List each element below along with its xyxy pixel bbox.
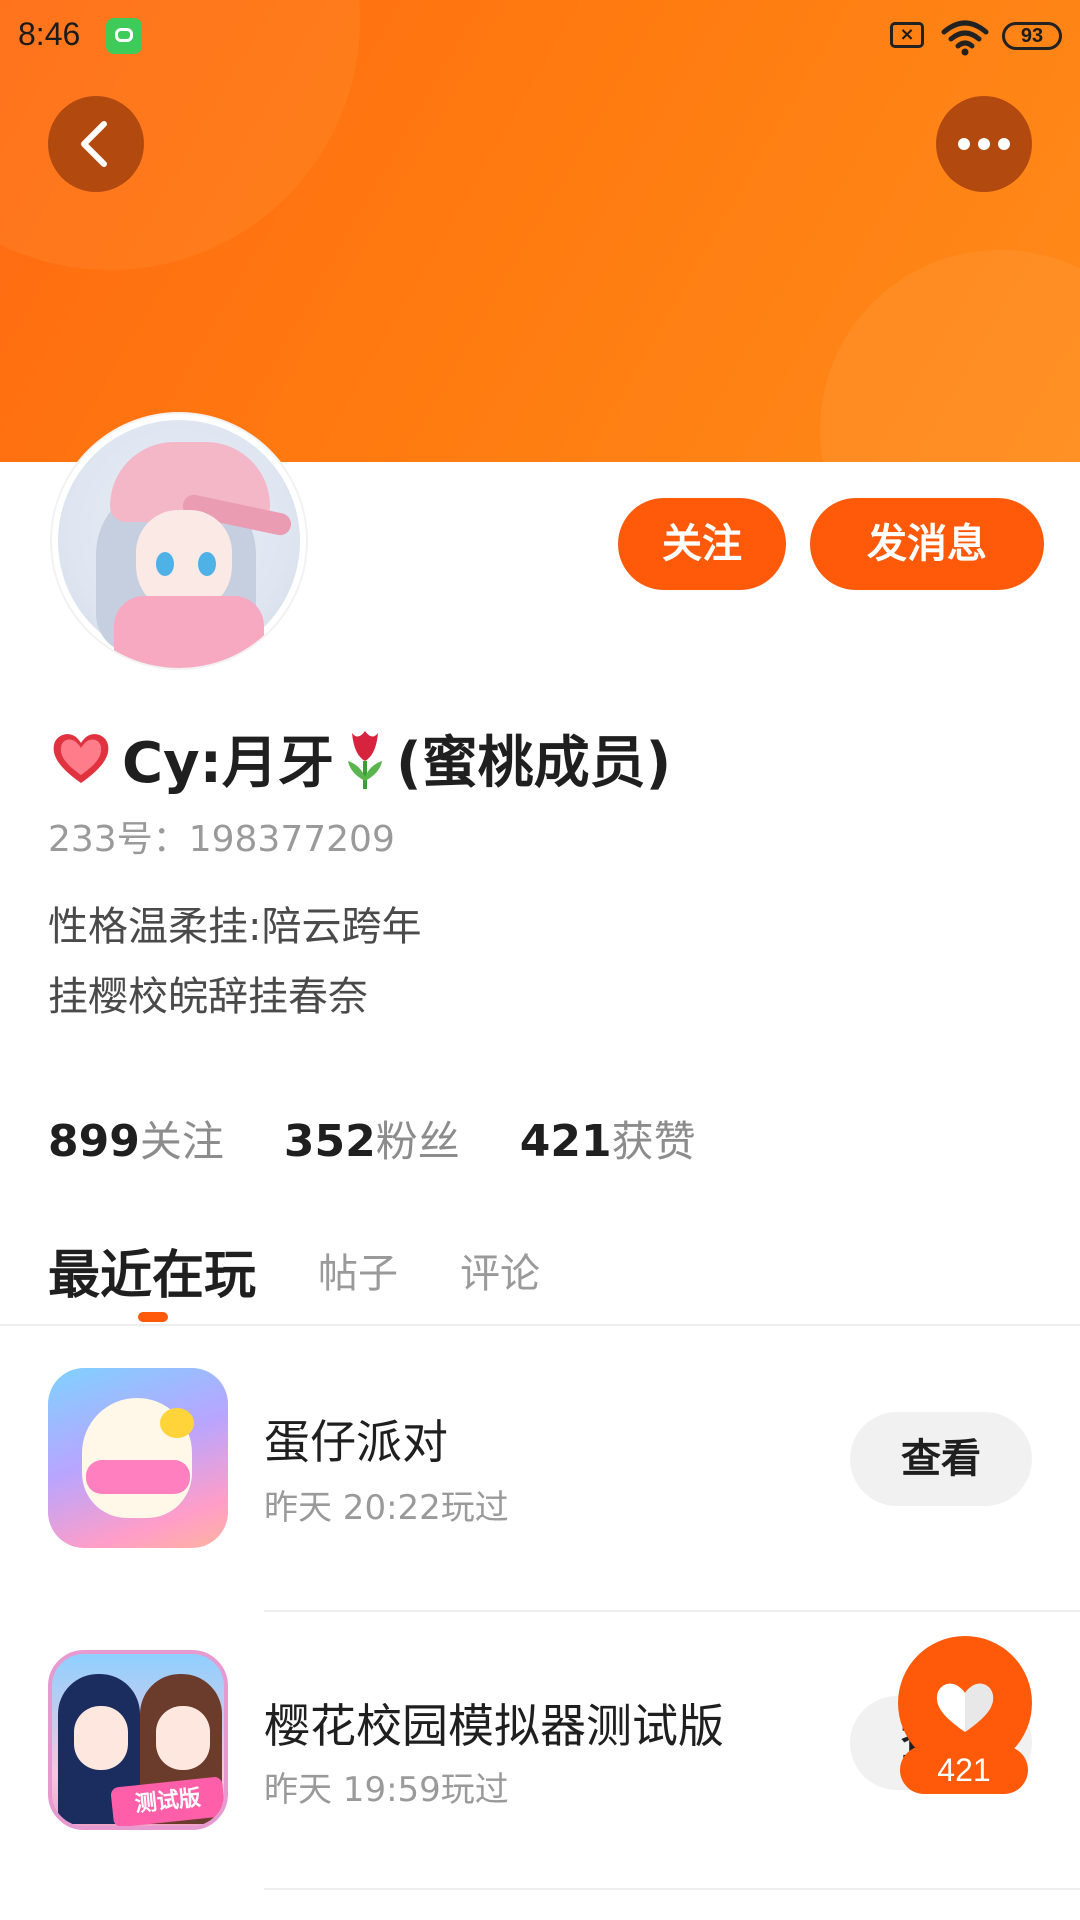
chevron-left-icon (81, 121, 107, 167)
stat-label: 关注 (139, 1117, 224, 1166)
egg-party-icon (48, 1368, 228, 1548)
profile-bio: 性格温柔挂:陪云跨年 挂樱校皖辞挂春奈 (48, 892, 421, 1032)
divider (264, 1610, 1080, 1612)
stat-label: 获赞 (611, 1117, 696, 1166)
stat-number: 421 (519, 1116, 612, 1167)
banner-decoration (820, 250, 1080, 462)
more-button[interactable] (936, 96, 1032, 192)
profile-name-suffix: (蜜桃成员) (396, 730, 672, 796)
tab-recently-played[interactable]: 最近在玩 (48, 1233, 256, 1308)
like-count: 421 (900, 1746, 1028, 1794)
profile-name: Cy:月牙 (蜜桃成员) (48, 718, 671, 798)
game-played-time: 昨天 20:22玩过 (264, 1488, 509, 1528)
active-tab-indicator (138, 1312, 168, 1322)
send-message-button[interactable]: 发消息 (810, 498, 1044, 590)
back-button[interactable] (48, 96, 144, 192)
tab-posts[interactable]: 帖子 (318, 1241, 398, 1299)
game-title: 樱花校园模拟器测试版 (264, 1699, 724, 1753)
profile-tabs: 最近在玩 帖子 评论 (48, 1220, 602, 1320)
game-list-item[interactable]: 蛋仔派对 昨天 20:22玩过 查看 (0, 1368, 1080, 1608)
avatar[interactable] (52, 414, 306, 668)
stat-likes[interactable]: 421获赞 (520, 1108, 696, 1169)
app-notification-icon (106, 18, 142, 54)
view-game-button[interactable]: 查看 (850, 1412, 1032, 1506)
divider (264, 1888, 1080, 1890)
sakura-school-icon: 测试版 (48, 1650, 228, 1830)
profile-stats: 899关注 352粉丝 421获赞 (48, 1108, 756, 1169)
stat-number: 899 (48, 1116, 140, 1167)
bio-line: 性格温柔挂:陪云跨年 (48, 904, 422, 950)
game-title: 蛋仔派对 (264, 1415, 448, 1469)
status-time: 8:46 (18, 16, 81, 52)
divider (0, 1324, 1080, 1326)
wifi-icon (940, 18, 990, 62)
stat-followers[interactable]: 352粉丝 (284, 1108, 460, 1169)
user-id: 233号：198377209 (48, 819, 395, 860)
status-bar: 8:46 × 93 (0, 0, 1080, 72)
battery-icon: 93 (1002, 22, 1062, 50)
stat-label: 粉丝 (375, 1117, 460, 1166)
stat-following[interactable]: 899关注 (48, 1108, 224, 1169)
tab-comments[interactable]: 评论 (460, 1241, 540, 1299)
stat-number: 352 (283, 1116, 376, 1167)
profile-name-text: Cy:月牙 (122, 730, 334, 796)
no-sim-icon: × (890, 22, 924, 48)
game-played-time: 昨天 19:59玩过 (264, 1770, 509, 1810)
bio-line: 挂樱校皖辞挂春奈 (48, 974, 368, 1020)
heart-emoji-icon (53, 734, 109, 783)
follow-button[interactable]: 关注 (618, 498, 786, 590)
more-dots-icon (958, 138, 1010, 150)
tulip-emoji-icon (348, 731, 382, 789)
